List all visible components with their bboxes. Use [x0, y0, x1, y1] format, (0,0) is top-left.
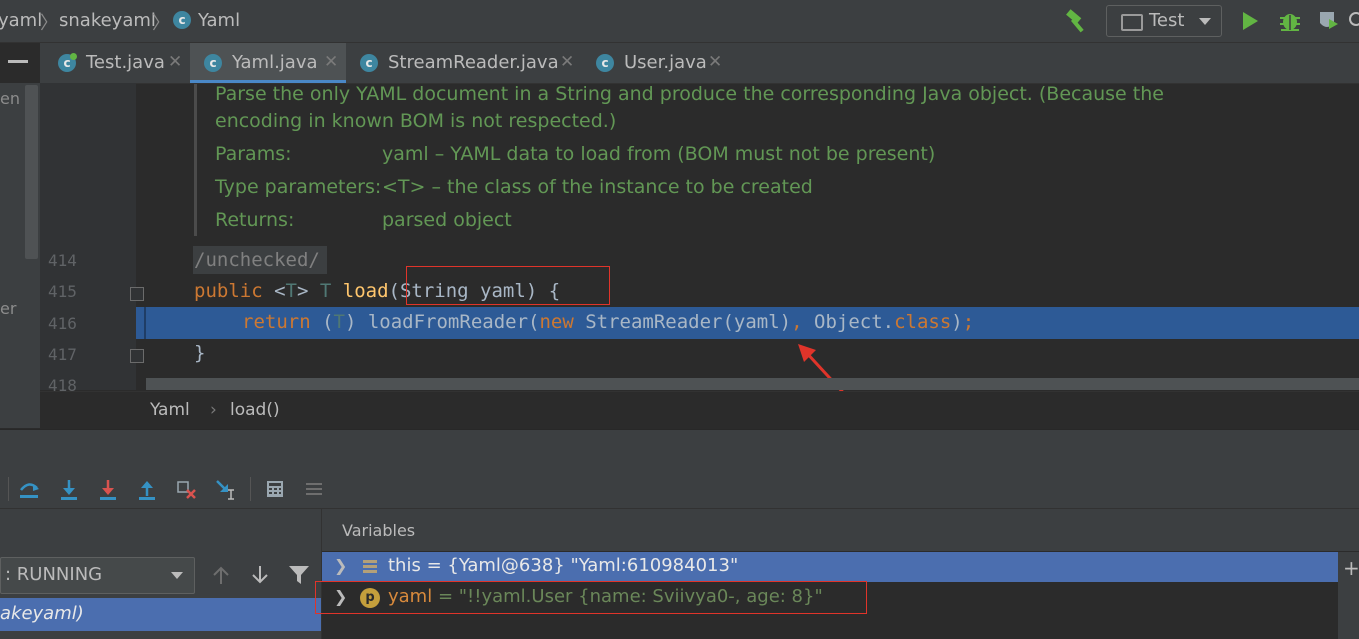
thread-select-value: : RUNNING — [5, 564, 103, 585]
annotation-highlight-box — [406, 266, 610, 305]
debug-toolbar — [0, 470, 1359, 509]
tab-user-java[interactable]: c User.java ✕ — [582, 43, 732, 83]
minimize-icon[interactable] — [8, 60, 28, 63]
toolbar-separator — [250, 477, 251, 501]
tab-label: Test.java — [86, 52, 165, 73]
step-into-icon[interactable] — [58, 478, 80, 500]
build-hammer-icon[interactable] — [1064, 8, 1090, 34]
class-icon: c — [173, 11, 191, 29]
close-icon[interactable]: ✕ — [560, 52, 574, 72]
close-icon[interactable]: ✕ — [324, 52, 338, 72]
tab-streamreader-java[interactable]: c StreamReader.java ✕ — [346, 43, 582, 83]
close-icon[interactable]: ✕ — [168, 52, 182, 72]
variable-entry: this = {Yaml@638} "Yaml:610984013" — [388, 555, 738, 576]
add-watch-icon[interactable]: + — [1343, 556, 1359, 580]
fold-marker-icon[interactable] — [130, 349, 144, 363]
javadoc-params: Params: yaml – YAML data to load from (B… — [215, 143, 935, 165]
run-to-cursor-icon[interactable] — [214, 478, 236, 500]
step-over-icon[interactable] — [18, 478, 40, 500]
variable-name: this — [388, 555, 421, 576]
javadoc-type-params: Type parameters: <T> – the class of the … — [215, 176, 813, 198]
tab-label: Yaml.java — [232, 52, 318, 73]
debug-tool-window-header — [0, 429, 1359, 471]
breadcrumb-method[interactable]: load() — [230, 400, 280, 420]
editor-breadcrumbs: Yaml › load() — [40, 391, 1359, 429]
javadoc-params-value: yaml – YAML data to load from (BOM must … — [382, 143, 936, 165]
evaluate-expression-icon[interactable] — [264, 478, 286, 500]
variables-side-toolbar: + — [1338, 552, 1359, 639]
next-frame-icon[interactable] — [250, 564, 270, 586]
breadcrumb-module[interactable]: yaml — [0, 10, 42, 31]
javadoc-type-label: Type parameters: — [215, 176, 382, 198]
variable-value: = {Yaml@638} "Yaml:610984013" — [420, 555, 739, 576]
variables-header: Variables — [322, 509, 1359, 551]
chevron-down-icon — [171, 572, 183, 579]
editor-gutter[interactable] — [40, 83, 136, 390]
line-number: 417 — [48, 345, 77, 364]
field-list-icon — [363, 560, 377, 573]
code-annotation: /unchecked/ — [194, 249, 320, 271]
chevron-down-icon — [1199, 18, 1211, 25]
stack-frame-label: akeyaml) — [0, 603, 84, 624]
variable-row-this[interactable]: ❯ this = {Yaml@638} "Yaml:610984013" — [322, 552, 1338, 582]
trace-stream-icon[interactable] — [303, 478, 325, 500]
editor-horizontal-scrollbar[interactable] — [146, 378, 1359, 390]
force-step-into-icon[interactable] — [97, 478, 119, 500]
search-icon[interactable] — [1346, 9, 1359, 33]
step-out-icon[interactable] — [136, 478, 158, 500]
close-icon[interactable]: ✕ — [708, 52, 722, 72]
previous-frame-icon[interactable] — [211, 564, 231, 586]
tab-label: User.java — [624, 52, 707, 73]
editor-tab-bar: c Test.java ✕ c Yaml.java ✕ c StreamRead… — [40, 43, 1359, 84]
filter-icon[interactable] — [288, 564, 310, 586]
tab-test-java[interactable]: c Test.java ✕ — [44, 43, 189, 83]
line-number: 414 — [48, 251, 77, 270]
tab-label: StreamReader.java — [388, 52, 559, 73]
code-line-417: } — [194, 342, 206, 364]
rendered-doc-bar — [194, 84, 197, 236]
drop-frame-icon[interactable] — [175, 478, 197, 500]
project-tree-text-fragment: en — [0, 89, 20, 108]
tab-yaml-java[interactable]: c Yaml.java ✕ — [190, 43, 346, 83]
project-panel-scrollbar[interactable] — [25, 85, 38, 259]
run-config-icon — [1121, 14, 1143, 31]
breadcrumb-separator: 〉 — [152, 13, 170, 34]
breadcrumb-separator: › — [210, 400, 217, 420]
breadcrumb-separator: 〉 — [40, 13, 58, 34]
class-icon: c — [58, 53, 77, 72]
coverage-icon[interactable] — [1316, 9, 1340, 33]
line-number: 416 — [48, 314, 77, 333]
run-config-label: Test — [1149, 10, 1185, 31]
thread-select[interactable]: : RUNNING — [0, 557, 195, 594]
navigation-bar: yaml 〉 snakeyaml 〉 c Yaml Test — [0, 0, 1359, 43]
run-icon[interactable] — [1240, 10, 1260, 32]
javadoc-returns-label: Returns: — [215, 209, 295, 231]
class-icon: c — [360, 54, 378, 72]
breadcrumb-class[interactable]: Yaml — [198, 10, 240, 31]
javadoc-params-label: Params: — [215, 143, 292, 165]
debug-bug-icon[interactable] — [1278, 9, 1302, 33]
run-configuration-select[interactable]: Test — [1106, 5, 1222, 37]
project-tree-text-fragment: er — [0, 299, 17, 318]
breadcrumb-package[interactable]: snakeyaml — [59, 10, 156, 31]
breadcrumb-class[interactable]: Yaml — [150, 400, 190, 420]
variables-title: Variables — [342, 521, 416, 540]
class-icon: c — [596, 54, 614, 72]
code-line-416: return (T) loadFromReader(new StreamRead… — [242, 311, 975, 333]
toolbar-separator — [8, 477, 9, 501]
javadoc-returns-value: parsed object — [382, 209, 512, 231]
line-number: 415 — [48, 282, 77, 301]
javadoc-description: Parse the only YAML document in a String… — [215, 83, 1164, 105]
annotation-highlight-box — [315, 581, 867, 614]
stack-frame-row[interactable]: akeyaml) — [0, 598, 321, 631]
fold-marker-icon[interactable] — [130, 287, 144, 301]
javadoc-returns: Returns: parsed object — [215, 209, 512, 231]
chevron-right-icon[interactable]: ❯ — [334, 556, 347, 575]
javadoc-type-value: <T> – the class of the instance to be cr… — [382, 176, 813, 198]
class-icon: c — [204, 54, 222, 72]
javadoc-description: encoding in known BOM is not respected.) — [215, 110, 617, 132]
